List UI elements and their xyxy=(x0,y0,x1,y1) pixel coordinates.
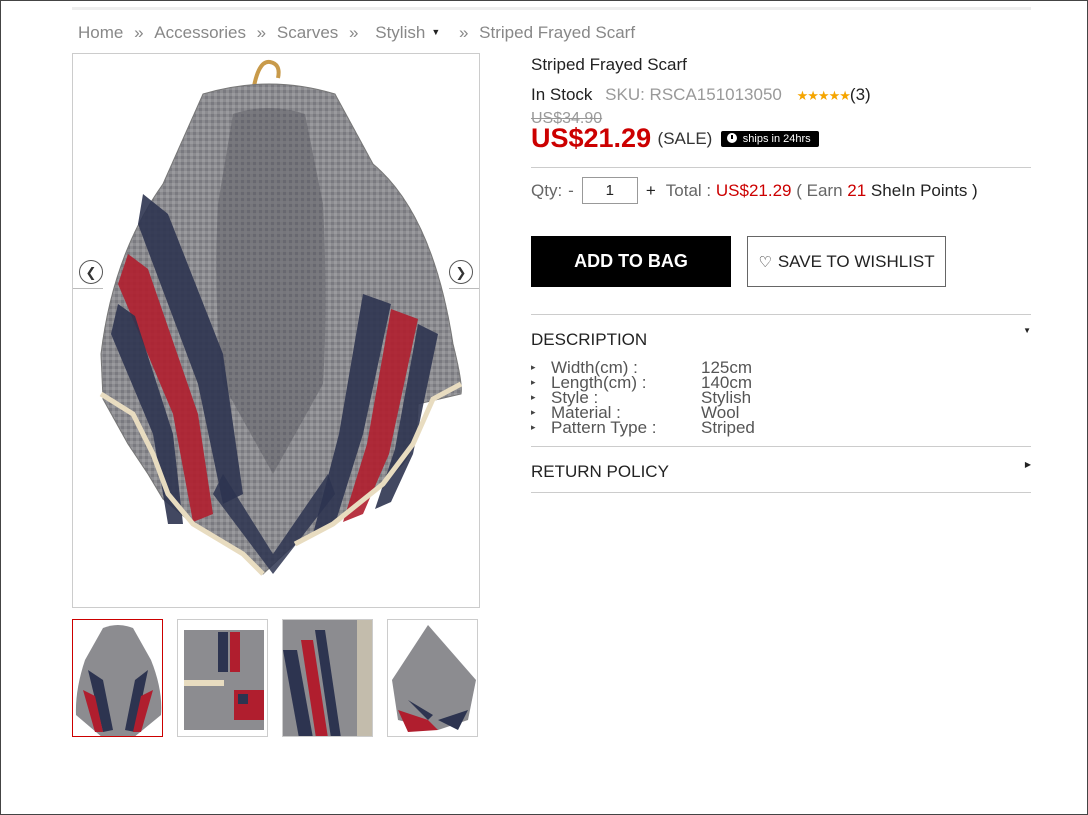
qty-decrease-button[interactable]: - xyxy=(568,181,574,201)
main-product-image[interactable]: ❮ ❯ xyxy=(72,53,480,608)
breadcrumb-stylish[interactable]: Stylish xyxy=(375,23,425,43)
breadcrumb-separator: » xyxy=(458,23,469,42)
divider xyxy=(531,167,1031,168)
rating-stars-icon[interactable]: ★★★★★ xyxy=(797,88,851,103)
sale-label: (SALE) xyxy=(657,128,713,148)
divider-line xyxy=(449,288,479,289)
thumbnail-image xyxy=(283,620,372,736)
caret-down-icon[interactable]: ▼ xyxy=(1023,326,1031,335)
bullet-icon: ▸ xyxy=(531,392,536,402)
sale-price: US$21.29 xyxy=(531,123,652,153)
description-header[interactable]: DESCRIPTION ▼ xyxy=(531,326,1031,350)
add-to-bag-button[interactable]: ADD TO BAG xyxy=(531,236,731,287)
thumbnail-image xyxy=(392,625,476,732)
thumbnail-2[interactable] xyxy=(177,619,268,737)
spec-value: Striped xyxy=(701,418,755,437)
qty-increase-button[interactable]: + xyxy=(646,181,656,201)
spec-key: Pattern Type : xyxy=(551,418,657,437)
thumbnail-1[interactable] xyxy=(72,619,163,737)
wishlist-label: SAVE TO WISHLIST xyxy=(777,251,935,271)
divider xyxy=(531,314,1031,315)
bullet-icon: ▸ xyxy=(531,422,536,432)
save-to-wishlist-button[interactable]: ♡ SAVE TO WISHLIST xyxy=(747,236,946,287)
quantity-row: Qty: - + Total : US$21.29 ( Earn 21 SheI… xyxy=(531,177,978,204)
divider-line xyxy=(73,288,103,289)
review-count[interactable]: (3) xyxy=(850,85,871,104)
scarf-image xyxy=(99,59,463,576)
quantity-input[interactable] xyxy=(581,177,638,204)
chevron-right-icon[interactable]: ❯ xyxy=(449,260,473,284)
bullet-icon: ▸ xyxy=(531,362,536,372)
stock-row: In Stock SKU: RSCA151013050 ★★★★★(3) xyxy=(531,85,871,105)
price-row: US$21.29 (SALE) ships in 24hrs xyxy=(531,123,819,154)
total-value: US$21.29 xyxy=(715,180,792,200)
sku-label: SKU: RSCA151013050 xyxy=(605,85,782,104)
breadcrumb-separator: » xyxy=(256,23,267,42)
breadcrumb-accessories[interactable]: Accessories xyxy=(154,23,246,43)
bullet-icon: ▸ xyxy=(531,377,536,387)
thumbnail-4[interactable] xyxy=(387,619,478,737)
earn-points: 21 xyxy=(847,180,867,200)
total-label: Total : xyxy=(665,180,712,200)
breadcrumb-separator: » xyxy=(134,23,144,42)
caret-right-icon[interactable]: ▶ xyxy=(1025,460,1031,469)
clock-icon xyxy=(726,132,737,143)
breadcrumb-scarves[interactable]: Scarves xyxy=(277,23,338,43)
earn-label: ( Earn xyxy=(796,180,843,200)
stock-status: In Stock xyxy=(531,85,593,104)
breadcrumb-home[interactable]: Home xyxy=(78,23,123,43)
return-policy-heading: RETURN POLICY xyxy=(531,462,669,481)
product-title: Striped Frayed Scarf xyxy=(531,55,687,74)
earn-points-suffix: SheIn Points ) xyxy=(870,180,978,200)
breadcrumb-separator: » xyxy=(349,23,359,42)
divider xyxy=(531,492,1031,493)
ships-badge: ships in 24hrs xyxy=(720,130,819,147)
divider xyxy=(531,446,1031,447)
thumbnail-image xyxy=(184,630,264,730)
chevron-left-icon[interactable]: ❮ xyxy=(79,260,103,284)
return-policy-header[interactable]: RETURN POLICY ▶ xyxy=(531,460,1031,482)
breadcrumb-current: Striped Frayed Scarf xyxy=(479,23,636,42)
thumbnail-image xyxy=(75,625,162,736)
top-divider xyxy=(72,7,1031,10)
qty-label: Qty: xyxy=(531,180,563,200)
heart-icon: ♡ xyxy=(758,253,772,271)
bullet-icon: ▸ xyxy=(531,407,536,417)
thumbnail-3[interactable] xyxy=(282,619,373,737)
breadcrumb: Home » Accessories » Scarves » Stylish ▼ … xyxy=(78,23,635,43)
ships-label: ships in 24hrs xyxy=(742,132,811,145)
thumbnail-strip xyxy=(72,619,480,737)
description-heading: DESCRIPTION xyxy=(531,330,648,349)
caret-down-icon[interactable]: ▼ xyxy=(431,27,440,37)
